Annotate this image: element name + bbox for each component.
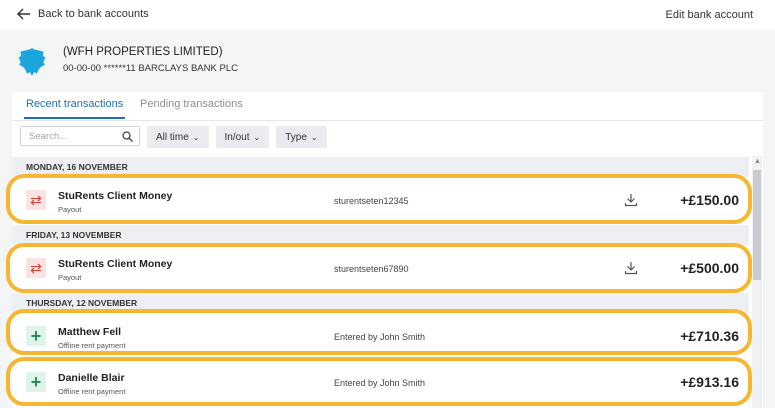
- transaction-amount: +£500.00: [680, 260, 739, 276]
- account-header: (WFH PROPERTIES LIMITED) 00-00-00 ******…: [0, 30, 775, 90]
- transaction-row[interactable]: ⇄ StuRents Client Money Payout sturentse…: [12, 177, 749, 225]
- top-bar: Back to bank accounts Edit bank account: [0, 0, 775, 30]
- plus-icon: +: [26, 372, 46, 392]
- transaction-amount: +£710.36: [680, 328, 739, 344]
- transaction-name: StuRents Client Money: [58, 190, 173, 202]
- transaction-row[interactable]: + Matthew Fell Offline rent payment Ente…: [12, 313, 749, 361]
- direction-filter-label: In/out: [224, 131, 250, 143]
- transaction-name: Matthew Fell: [58, 326, 122, 338]
- account-details: 00-00-00 ******11 BARCLAYS BANK PLC: [63, 63, 238, 74]
- transfer-icon: ⇄: [26, 258, 46, 278]
- back-label: Back to bank accounts: [38, 8, 149, 20]
- transaction-name: Danielle Blair: [58, 372, 125, 384]
- plus-icon: +: [26, 326, 46, 346]
- account-name: (WFH PROPERTIES LIMITED): [63, 46, 223, 58]
- barclays-eagle-icon: [18, 48, 46, 76]
- transaction-row[interactable]: ⇄ StuRents Client Money Payout sturentse…: [12, 245, 749, 293]
- search-icon[interactable]: [122, 130, 133, 142]
- scrollbar-thumb[interactable]: [753, 170, 761, 280]
- edit-bank-account-link[interactable]: Edit bank account: [666, 9, 753, 21]
- transfer-icon: ⇄: [26, 190, 46, 210]
- transaction-row[interactable]: + Danielle Blair Offline rent payment En…: [12, 359, 749, 407]
- tab-pending-transactions[interactable]: Pending transactions: [140, 98, 243, 110]
- direction-filter-dropdown[interactable]: In/out ⌄: [215, 126, 270, 148]
- transaction-list: MONDAY, 16 NOVEMBER ⇄ StuRents Client Mo…: [12, 154, 749, 408]
- scroll-up-icon[interactable]: ▲: [754, 158, 761, 165]
- time-filter-dropdown[interactable]: All time ⌄: [147, 126, 209, 148]
- filter-bar: All time ⌄ In/out ⌄ Type ⌄: [20, 126, 327, 148]
- chevron-down-icon: ⌄: [310, 132, 318, 142]
- transaction-type: Offline rent payment: [58, 341, 126, 350]
- date-header: THURSDAY, 12 NOVEMBER: [12, 293, 749, 313]
- date-header: FRIDAY, 13 NOVEMBER: [12, 225, 749, 245]
- transaction-amount: +£913.16: [680, 374, 739, 390]
- transactions-panel: Recent transactions Pending transactions…: [12, 92, 763, 408]
- download-icon[interactable]: [624, 261, 638, 275]
- transaction-reference: sturentseten12345: [334, 196, 409, 206]
- transaction-reference: sturentseten67890: [334, 264, 409, 274]
- date-header: MONDAY, 16 NOVEMBER: [12, 157, 749, 177]
- tab-recent-transactions[interactable]: Recent transactions: [23, 98, 126, 119]
- back-link[interactable]: Back to bank accounts: [17, 8, 149, 20]
- transaction-type: Payout: [58, 273, 82, 282]
- search-input[interactable]: [27, 129, 121, 143]
- transaction-reference: Entered by John Smith: [334, 332, 426, 342]
- transaction-name: StuRents Client Money: [58, 258, 173, 270]
- search-box: [20, 126, 140, 146]
- arrow-left-icon: [17, 8, 30, 20]
- type-filter-dropdown[interactable]: Type ⌄: [276, 126, 327, 148]
- chevron-down-icon: ⌄: [253, 132, 261, 142]
- scrollbar[interactable]: ▲: [752, 156, 762, 408]
- transaction-reference: Entered by John Smith: [334, 378, 426, 388]
- tab-bar: Recent transactions Pending transactions: [12, 92, 763, 121]
- transaction-amount: +£150.00: [680, 192, 739, 208]
- download-icon[interactable]: [624, 193, 638, 207]
- transaction-type: Offline rent payment: [58, 387, 126, 396]
- transaction-type: Payout: [58, 205, 82, 214]
- type-filter-label: Type: [285, 131, 307, 143]
- chevron-down-icon: ⌄: [192, 132, 200, 142]
- time-filter-label: All time: [156, 131, 189, 143]
